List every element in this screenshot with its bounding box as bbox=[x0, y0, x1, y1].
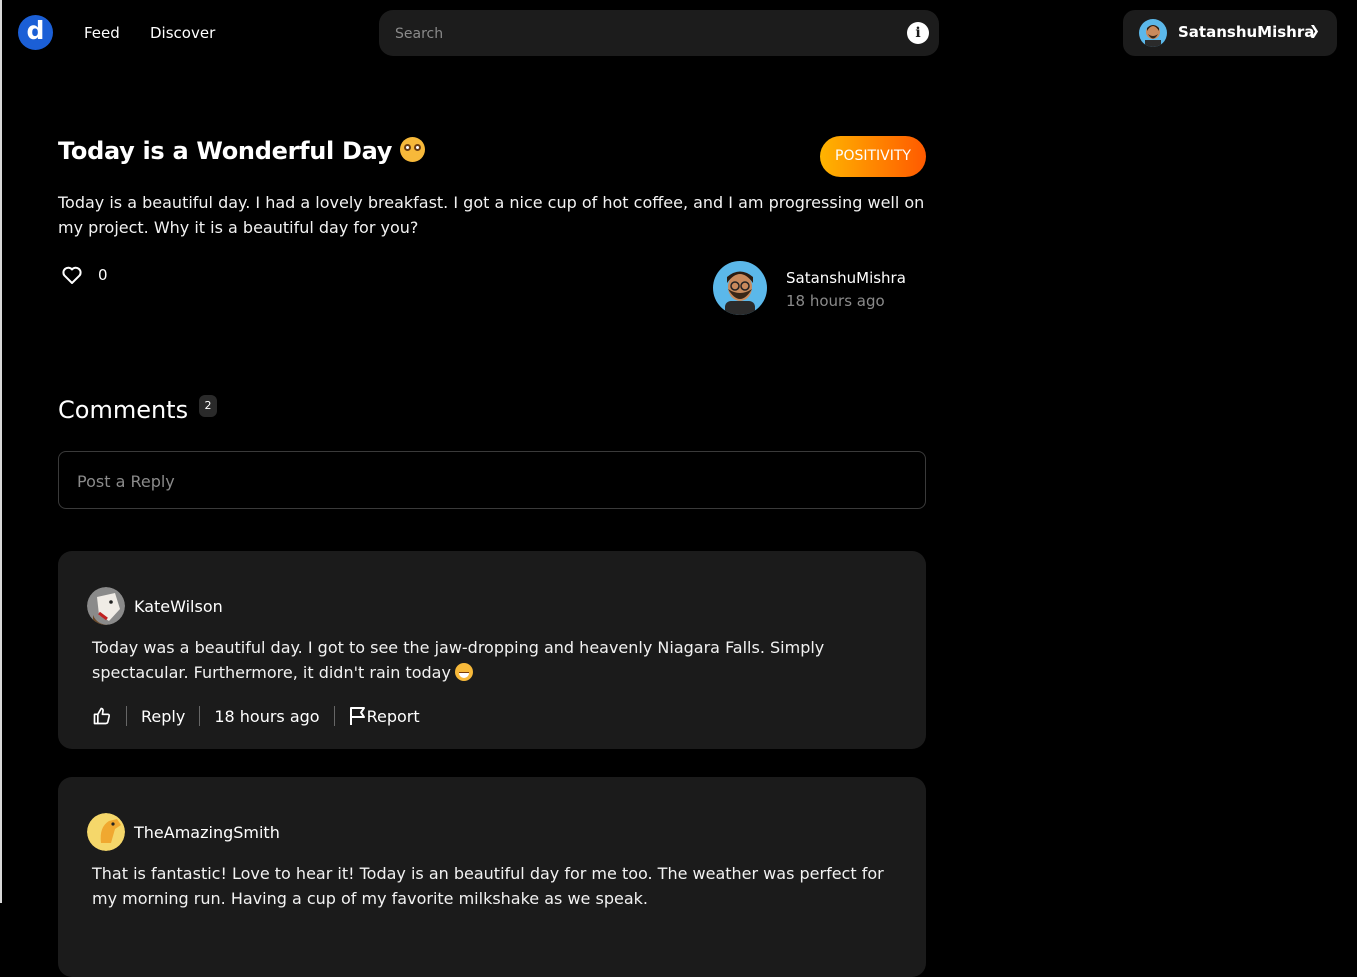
comment-author[interactable]: TheAmazingSmith bbox=[134, 823, 280, 842]
reply-button[interactable]: Reply bbox=[141, 707, 185, 726]
post-title: Today is a Wonderful Day bbox=[58, 137, 426, 165]
reply-box bbox=[58, 451, 926, 509]
report-label: Report bbox=[366, 706, 420, 726]
comment-text: Today was a beautiful day. I got to see … bbox=[92, 638, 825, 682]
grinning-emoji-icon bbox=[454, 663, 473, 681]
like-count: 0 bbox=[98, 266, 108, 284]
user-name: SatanshuMishra bbox=[1178, 23, 1315, 41]
comment-timestamp: 18 hours ago bbox=[214, 706, 320, 726]
post-body: Today is a beautiful day. I had a lovely… bbox=[58, 193, 925, 237]
info-icon[interactable]: i bbox=[907, 22, 929, 44]
divider bbox=[333, 706, 335, 726]
thumbs-up-icon[interactable] bbox=[92, 706, 112, 726]
flushed-emoji-icon bbox=[400, 137, 426, 162]
search-bar: i bbox=[379, 10, 939, 56]
comment-text: That is fantastic! Love to hear it! Toda… bbox=[92, 864, 884, 908]
search-input[interactable] bbox=[393, 22, 877, 46]
app-logo[interactable]: d bbox=[18, 15, 53, 50]
divider bbox=[126, 706, 127, 726]
comment-author[interactable]: KateWilson bbox=[134, 597, 223, 616]
flag-icon bbox=[349, 707, 365, 725]
comment-avatar[interactable] bbox=[87, 813, 125, 851]
divider bbox=[199, 706, 201, 726]
comments-heading: Comments bbox=[58, 396, 189, 424]
comment-card: TheAmazingSmith That is fantastic! Love … bbox=[58, 777, 926, 977]
avatar bbox=[1139, 19, 1167, 47]
heart-icon[interactable] bbox=[60, 263, 84, 287]
comment-avatar[interactable] bbox=[87, 587, 125, 625]
chevron-down-icon: ❯ bbox=[1309, 24, 1320, 39]
comment-card: KateWilson Today was a beautiful day. I … bbox=[58, 551, 926, 749]
comments-count-badge: 2 bbox=[199, 395, 217, 417]
post-timestamp: 18 hours ago bbox=[786, 292, 885, 310]
nav-feed[interactable]: Feed bbox=[84, 24, 120, 42]
author-avatar[interactable] bbox=[713, 261, 767, 315]
comment-actions: Reply 18 hours ago Report bbox=[92, 704, 420, 728]
category-tag[interactable]: POSITIVITY bbox=[820, 136, 926, 177]
report-button[interactable]: Report bbox=[349, 706, 420, 726]
user-menu[interactable]: SatanshuMishra ❯ bbox=[1123, 10, 1337, 56]
author-name[interactable]: SatanshuMishra bbox=[786, 269, 906, 287]
nav-discover[interactable]: Discover bbox=[150, 24, 215, 42]
reply-input[interactable] bbox=[75, 469, 899, 493]
